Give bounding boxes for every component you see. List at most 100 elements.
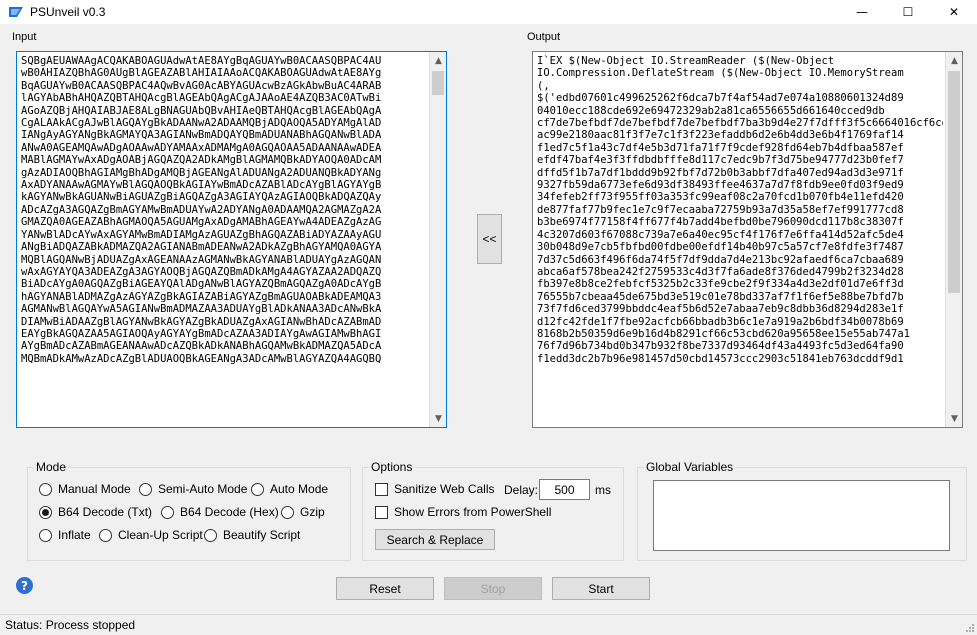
mode-radio-b64-decode-txt[interactable]: B64 Decode (Txt) [39, 505, 152, 519]
global-variables-textbox[interactable] [653, 480, 950, 551]
mode-radio-label: B64 Decode (Txt) [58, 505, 153, 519]
input-line: MQBlAGQANwBjADUAZgAxAGEANAAzAGMANwBkAGYA… [21, 253, 382, 266]
input-line: MQBmADkAMwAzADcAZgBlADUAOQBkAGEANgA3ADcA… [21, 352, 382, 365]
output-line: 30b048d9e7cb5fbfbd00fdbe00efdf14b40b97c5… [537, 241, 904, 254]
scroll-up-icon[interactable]: ▲ [430, 52, 446, 69]
title-bar: PSUnveil v0.3 — ☐ ✕ [0, 0, 977, 24]
input-line: AGMANwBlAGQAYwA5AGIANwBmADMAZAA3ADUAYgBl… [21, 303, 382, 316]
checkbox-box[interactable] [375, 482, 388, 496]
input-line: AYgBmADcAZABmAGEANAAwADcAZQBkADkANABhAGQ… [21, 340, 382, 353]
window-title: PSUnveil v0.3 [30, 5, 106, 19]
output-line: 76f7d96b734bd0b347b932f8be7337d93464df43… [537, 340, 904, 353]
output-line: 76555b7cbeaa45de675bd3e519c01e78bd337af7… [537, 290, 904, 303]
output-line: dffd5f1b7a7df1bddd9b92fbf7d72b0b3abbf7df… [537, 166, 904, 179]
scroll-down-icon[interactable]: ▼ [946, 410, 962, 427]
input-line: BiADcAYgA0AGQAZgBiAGEAYQAlADgANwBlAGYAZQ… [21, 278, 382, 291]
mode-radio-label: Clean-Up Script [118, 528, 203, 542]
mode-radio-label: Inflate [58, 528, 91, 542]
mode-radio-label: Auto Mode [270, 482, 329, 496]
output-line: 9327fb59da6773efe6d93df38493ffee4637a7d7… [537, 179, 904, 192]
maximize-button[interactable]: ☐ [885, 0, 931, 24]
input-line: DIAMwBiADAAZgBlAGYANwBkAGYAZgBkADUAZgAxA… [21, 315, 382, 328]
output-text: I`EX $(New-Object IO.StreamReader ($(New… [537, 55, 943, 427]
input-line: kAGYANwBkAGUANwBiAGUAZgBiAGQAZgA3AGIAYQA… [21, 191, 382, 204]
collapse-button[interactable]: << [477, 214, 502, 264]
mode-radio-beautify-script[interactable]: Beautify Script [204, 528, 300, 542]
output-line: fb397e8b8ce2febfcf5325b2c33fe9cbe2f9f334… [537, 278, 904, 291]
radio-dot[interactable] [99, 528, 112, 542]
scroll-up-icon[interactable]: ▲ [946, 52, 962, 69]
status-bar: Status: Process stopped [0, 614, 977, 635]
input-line: ANwA0AGEAMQAwADgAOAAwADYAMAAxADMAMgA0AGQ… [21, 141, 382, 154]
status-text: Status: Process stopped [5, 618, 136, 632]
input-line: AGoAZQBjAHQAIABJAE8ALgBNAGUAbQBvAHIAeQBT… [21, 104, 382, 117]
output-line: ac99e2180aac81f3f7e7c1f3f223efaddb6d2e6b… [537, 129, 904, 142]
show-errors-checkbox[interactable]: Show Errors from PowerShell [375, 505, 551, 519]
mode-radio-label: Semi-Auto Mode [158, 482, 248, 496]
mode-radio-manual-mode[interactable]: Manual Mode [39, 482, 131, 496]
output-line: $('edbd07601c499625262f6dca7b7f4af54ad7e… [537, 92, 904, 105]
resize-grip-icon[interactable] [965, 623, 975, 633]
output-line: (, [537, 79, 550, 92]
reset-button[interactable]: Reset [336, 577, 434, 600]
output-scrollbar[interactable]: ▲ ▼ [945, 52, 962, 427]
input-line: wAxAGYAYQA3ADEAZgA3AGYAOQBjAGQAZQBmADkAM… [21, 265, 382, 278]
radio-dot[interactable] [204, 528, 217, 542]
scroll-thumb[interactable] [432, 71, 444, 95]
mode-radio-b64-decode-hex[interactable]: B64 Decode (Hex) [161, 505, 279, 519]
output-line: IO.Compression.DeflateStream ($(New-Obje… [537, 67, 904, 80]
mode-radio-gzip[interactable]: Gzip [281, 505, 325, 519]
input-line: BqAGUAYwB0ACAASQBPAC4AQwBvAG0AcABYAGUAcw… [21, 79, 382, 92]
scroll-thumb[interactable] [948, 71, 960, 293]
radio-dot[interactable] [251, 482, 264, 496]
output-line: 34fefeb2ff73f955ff03a353fc99eaf08c2a70fc… [537, 191, 904, 204]
global-variables-title: Global Variables [644, 460, 736, 474]
radio-dot[interactable] [39, 505, 52, 519]
mode-radio-auto-mode[interactable]: Auto Mode [251, 482, 328, 496]
input-scrollbar[interactable]: ▲ ▼ [429, 52, 446, 427]
input-line: GMAZQA0AGEAZABhAGMAOQA5AGUAMgAxADgAMABhA… [21, 216, 382, 229]
input-line: IANgAyAGYANgBkAGMAYQA3AGIANwBmADQAYQBmAD… [21, 129, 382, 142]
delay-input[interactable]: 500 [539, 479, 590, 500]
radio-dot[interactable] [281, 505, 294, 519]
input-text: SQBgAEUAWAAgACQAKABOAGUAdwAtAE8AYgBqAGUA… [21, 55, 427, 427]
input-line: YANwBlADcAYwAxAGYAMwBmADIAMgAzAGUAZgBhAG… [21, 228, 382, 241]
input-label: Input [12, 31, 37, 43]
input-line: ADcAZgA3AGQAZgBmAGYAMwBmADUAYwA2ADYANgA0… [21, 203, 382, 216]
show-errors-label: Show Errors from PowerShell [394, 505, 552, 519]
mode-group-title: Mode [34, 460, 69, 474]
checkbox-box[interactable] [375, 505, 388, 519]
mode-radio-label: Manual Mode [58, 482, 131, 496]
delay-unit-label: ms [595, 483, 611, 497]
output-line: de877faf77b9fec1e7c9f7ecaaba72759b93a7d3… [537, 203, 904, 216]
radio-dot[interactable] [39, 482, 52, 496]
output-line: cf7de7befbdf7de7befbdf7de7befbdf7ba3b9d4… [537, 117, 943, 130]
close-button[interactable]: ✕ [931, 0, 977, 24]
mode-radio-semi-auto-mode[interactable]: Semi-Auto Mode [139, 482, 247, 496]
radio-dot[interactable] [39, 528, 52, 542]
input-line: CgALAAkACgAJwBlAGQAYgBkADAANwA2ADAAMQBjA… [21, 117, 382, 130]
output-line: b3be6974f77158f4ff677f4b7add4befbd0be796… [537, 216, 904, 229]
radio-dot[interactable] [161, 505, 174, 519]
help-icon[interactable]: ? [16, 577, 33, 594]
mode-radio-clean-up-script[interactable]: Clean-Up Script [99, 528, 203, 542]
input-line: lAGYAbABhAHQAZQBTAHQAcgBlAGEAbQAgACgAJAA… [21, 92, 382, 105]
mode-radio-inflate[interactable]: Inflate [39, 528, 91, 542]
search-replace-button[interactable]: Search & Replace [375, 529, 495, 550]
radio-dot[interactable] [139, 482, 152, 496]
output-line: 8168b2b50359d6e9b16d4b8291cf66c53cbd620a… [537, 327, 910, 340]
input-line: gAzADIAOQBhAGIAMgBhADgAMQBjAGEANgAlADUAN… [21, 166, 382, 179]
delay-label: Delay: [504, 483, 539, 497]
output-line: 73f7fd6ced3799bbddc4eaf5b6d52e7abaa7eb9c… [537, 303, 904, 316]
output-line: f1edd3dc2b7b96e981457d50cbd14573ccc2903c… [537, 352, 904, 365]
scroll-down-icon[interactable]: ▼ [430, 410, 446, 427]
mode-radio-label: B64 Decode (Hex) [180, 505, 279, 519]
minimize-button[interactable]: — [839, 0, 885, 24]
output-textbox[interactable]: I`EX $(New-Object IO.StreamReader ($(New… [532, 51, 963, 428]
input-line: AxADYANAAwAGMAYwBlAGQAOQBkAGIAYwBmADcAZA… [21, 179, 382, 192]
output-line: d12fc42fde1f7fbe92acfcb66bbadb3b6c1e7a91… [537, 315, 904, 328]
input-textbox[interactable]: SQBgAEUAWAAgACQAKABOAGUAdwAtAE8AYgBqAGUA… [16, 51, 447, 428]
sanitize-web-calls-checkbox[interactable]: Sanitize Web Calls [375, 482, 495, 496]
start-button[interactable]: Start [552, 577, 650, 600]
stop-button[interactable]: Stop [444, 577, 542, 600]
